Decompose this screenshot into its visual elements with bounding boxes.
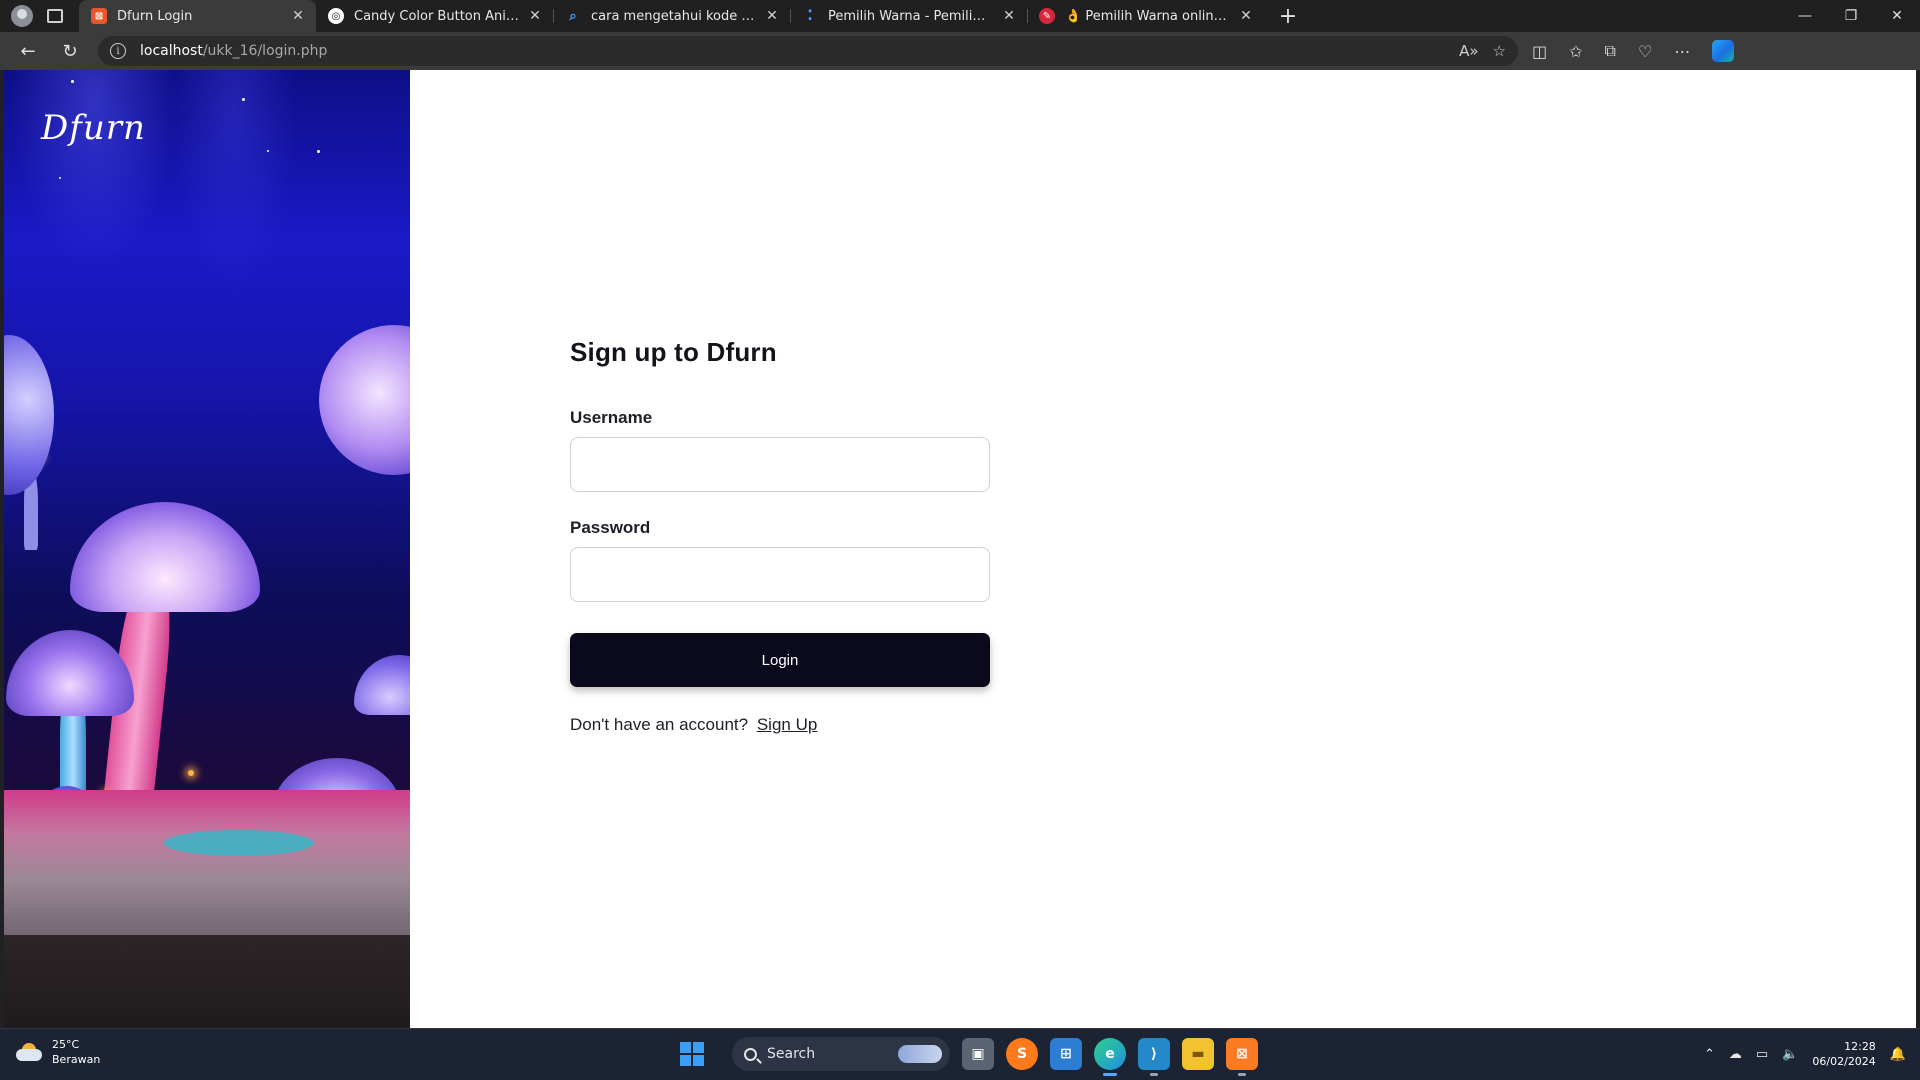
partly-cloudy-icon — [16, 1043, 44, 1061]
codepen-favicon-icon: ◎ — [328, 8, 344, 24]
copilot-icon[interactable] — [1712, 40, 1735, 62]
login-page: Dfurn Sign up to Dfurn Username Password… — [4, 70, 1916, 1028]
tab-title: Candy Color Button Animation — [354, 8, 519, 24]
brand-logo[interactable]: Dfurn — [41, 108, 146, 148]
close-tab-icon[interactable]: ✕ — [1238, 8, 1254, 24]
signup-prompt-row: Don't have an account? Sign Up — [570, 715, 990, 735]
tab-cara-mengetahui[interactable]: ⌕ cara mengetahui kode warna dari ✕ — [553, 0, 790, 32]
sublime-text-icon[interactable]: S — [1006, 1038, 1038, 1070]
glowing-spore — [188, 770, 194, 776]
signup-prompt-text: Don't have an account? — [570, 715, 749, 734]
address-bar[interactable]: i localhost/ukk_16/login.php A» ☆ — [98, 36, 1518, 66]
hero-image-panel: Dfurn — [4, 70, 410, 1028]
vscode-icon[interactable]: ⟩ — [1138, 1038, 1170, 1076]
task-view-icon[interactable]: ▣ — [962, 1038, 994, 1070]
picker-favicon-icon: ✎ — [1039, 8, 1055, 24]
volume-icon[interactable]: 🔈 — [1782, 1047, 1798, 1062]
search-icon — [744, 1047, 757, 1061]
tab-candy-color-button[interactable]: ◎ Candy Color Button Animation ✕ — [316, 0, 553, 32]
tab-title: 👌 Pemilih Warna online | Pemili — [1065, 8, 1230, 24]
network-icon[interactable]: ▭ — [1756, 1047, 1768, 1062]
search-favicon-icon: ⌕ — [569, 8, 577, 24]
close-tab-icon[interactable]: ✕ — [1001, 8, 1017, 24]
site-info-icon[interactable]: i — [110, 43, 126, 59]
clock-time: 12:28 — [1844, 1040, 1876, 1053]
system-tray: ⌃ ☁ ▭ 🔈 12:28 06/02/2024 🔔 — [1704, 1039, 1906, 1069]
clock[interactable]: 12:28 06/02/2024 — [1812, 1039, 1875, 1069]
weather-widget[interactable]: 25°C Berawan — [16, 1037, 100, 1067]
xampp-icon[interactable]: ⊠ — [1226, 1038, 1258, 1076]
search-highlight-art — [898, 1045, 942, 1063]
tab-actions-icon[interactable] — [47, 9, 63, 23]
back-arrow-icon[interactable]: ← — [14, 37, 42, 65]
close-tab-icon[interactable]: ✕ — [290, 8, 306, 24]
tab-title: Pemilih Warna - Pemilih Warna H — [828, 8, 993, 24]
tab-title: Dfurn Login — [117, 8, 193, 24]
xampp-favicon-icon: ⊠ — [91, 8, 107, 24]
form-title: Sign up to Dfurn — [570, 337, 777, 367]
url-path: /ukk_16/login.php — [202, 43, 328, 59]
windows-start-icon[interactable] — [680, 1042, 704, 1066]
glowing-pool — [164, 830, 314, 856]
signup-link[interactable]: Sign Up — [757, 715, 817, 734]
more-menu-icon[interactable]: ⋯ — [1674, 42, 1690, 61]
microsoft-store-icon[interactable]: ⊞ — [1050, 1038, 1082, 1070]
chevron-up-icon[interactable]: ⌃ — [1704, 1047, 1715, 1062]
star — [317, 150, 320, 153]
weather-condition: Berawan — [52, 1053, 101, 1066]
tab-pemilih-warna[interactable]: ⁚ Pemilih Warna - Pemilih Warna H ✕ — [790, 0, 1027, 32]
clock-date: 06/02/2024 — [1812, 1055, 1876, 1068]
notification-bell-icon[interactable]: 🔔 — [1890, 1047, 1906, 1062]
star — [267, 150, 269, 152]
star — [242, 98, 245, 101]
taskbar-center: Search ▣ S ⊞ e ⟩ ▬ ⊠ — [680, 1037, 1258, 1076]
password-label: Password — [570, 518, 651, 537]
taskbar-search[interactable]: Search — [732, 1037, 950, 1071]
login-form: Sign up to Dfurn Username Password Login… — [570, 337, 990, 735]
close-tab-icon[interactable]: ✕ — [527, 8, 543, 24]
windows-taskbar: 25°C Berawan Search ▣ S ⊞ e ⟩ ▬ ⊠ ⌃ ☁ ▭ … — [0, 1028, 1920, 1080]
favorites-icon[interactable]: ✩ — [1569, 42, 1582, 61]
new-tab-button[interactable]: + — [1274, 4, 1302, 29]
minimize-icon[interactable]: — — [1782, 0, 1828, 32]
read-aloud-icon[interactable]: A» — [1459, 42, 1478, 60]
window-controls: — ❐ ✕ — [1782, 0, 1920, 32]
star — [71, 80, 74, 83]
collections-icon[interactable]: ⧉ — [1605, 41, 1616, 61]
star — [59, 177, 61, 179]
browser-tool-icons: ◫ ✩ ⧉ ♡ ⋯ — [1532, 40, 1735, 62]
ground-shadow — [4, 935, 410, 1028]
ground-rocks — [4, 790, 410, 940]
browser-essentials-icon[interactable]: ♡ — [1638, 42, 1652, 61]
browser-tab-strip: ⊠ Dfurn Login ✕ ◎ Candy Color Button Ani… — [0, 0, 1920, 32]
refresh-icon[interactable]: ↻ — [56, 37, 84, 65]
close-window-icon[interactable]: ✕ — [1874, 0, 1920, 32]
tab-pemilih-warna-online[interactable]: ✎ 👌 Pemilih Warna online | Pemili ✕ — [1027, 0, 1264, 32]
url-text[interactable]: localhost/ukk_16/login.php — [140, 43, 327, 59]
tab-dfurn-login[interactable]: ⊠ Dfurn Login ✕ — [79, 0, 316, 32]
favorite-star-icon[interactable]: ☆ — [1493, 42, 1506, 60]
login-button[interactable]: Login — [570, 633, 990, 687]
close-tab-icon[interactable]: ✕ — [764, 8, 780, 24]
tab-title: cara mengetahui kode warna dari — [591, 8, 756, 24]
username-label: Username — [570, 408, 653, 427]
password-input[interactable] — [570, 547, 990, 602]
onedrive-offline-icon[interactable]: ☁ — [1729, 1047, 1742, 1062]
browser-toolbar: ← ↻ i localhost/ukk_16/login.php A» ☆ ◫ … — [0, 32, 1920, 70]
address-bar-actions: A» ☆ — [1459, 42, 1518, 60]
restore-icon[interactable]: ❐ — [1828, 0, 1874, 32]
profile-avatar-icon[interactable] — [11, 5, 33, 27]
colorpicker-favicon-icon: ⁚ — [807, 8, 813, 24]
file-explorer-icon[interactable]: ▬ — [1182, 1038, 1214, 1070]
url-host: localhost — [140, 43, 203, 59]
weather-temperature: 25°C — [52, 1038, 80, 1051]
search-label: Search — [767, 1046, 816, 1062]
weather-text: 25°C Berawan — [52, 1037, 100, 1067]
split-screen-icon[interactable]: ◫ — [1532, 42, 1547, 61]
edge-browser-icon[interactable]: e — [1094, 1038, 1126, 1076]
username-input[interactable] — [570, 437, 990, 492]
